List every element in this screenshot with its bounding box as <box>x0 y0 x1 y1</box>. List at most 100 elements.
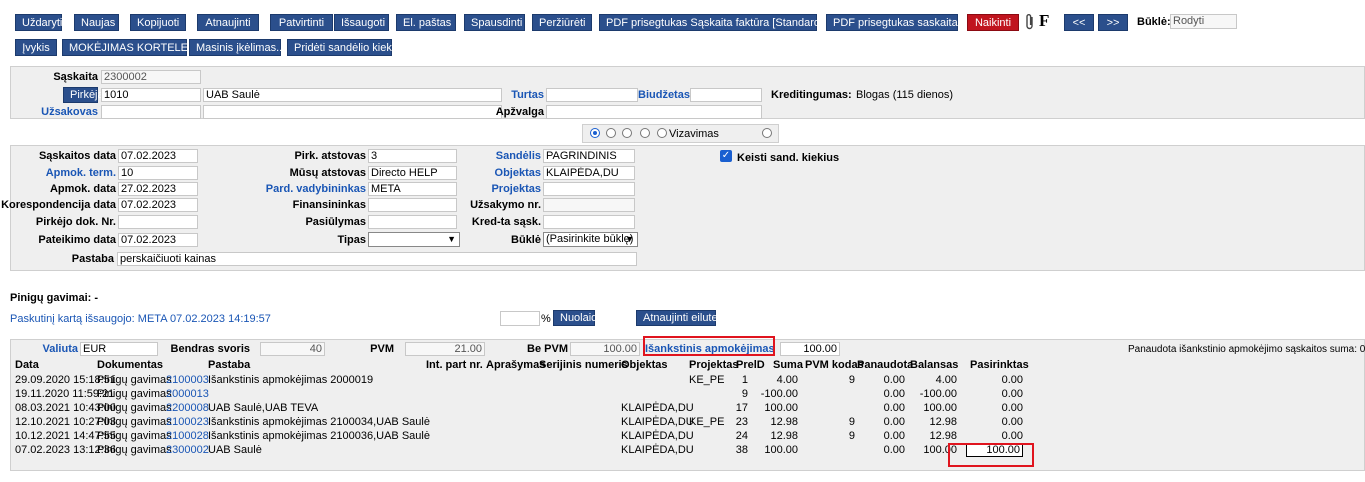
close-button[interactable]: Uždaryti <box>15 14 62 31</box>
sales-manager-link[interactable]: Pard. vadybininkas <box>250 183 366 195</box>
cell-doc-no[interactable]: 2100003 <box>166 374 209 386</box>
print-button[interactable]: Spausdinti <box>464 14 525 31</box>
payment-card-button[interactable]: MOKĖJIMAS KORTELE <box>62 39 188 56</box>
copy-button[interactable]: Kopijuoti <box>130 14 186 31</box>
cell-used: 0.00 <box>883 374 905 386</box>
add-stock-qty-button[interactable]: Pridėti sandėlio kiekį <box>287 39 394 56</box>
radio-option-1[interactable] <box>590 128 600 138</box>
selected-amount-input[interactable]: 0.00 <box>966 430 1023 442</box>
confirm-button[interactable]: Patvirtinti <box>270 14 333 31</box>
pdf-invoice-button[interactable]: PDF prisegtukas saskaita <box>826 14 958 31</box>
cell-note: UAB Saulė,UAB TEVA <box>208 402 319 414</box>
delivery-date-field[interactable]: 07.02.2023 <box>118 233 198 247</box>
delete-button[interactable]: Naikinti <box>967 14 1019 31</box>
budget-link[interactable]: Biudžetas <box>638 89 690 101</box>
email-button[interactable]: El. paštas <box>396 14 456 31</box>
selected-amount-input[interactable]: 0.00 <box>966 388 1023 400</box>
radio-option-5[interactable] <box>657 128 667 138</box>
state-label: Būklė <box>511 234 541 246</box>
project-link[interactable]: Projektas <box>480 183 541 195</box>
radio-option-6[interactable] <box>762 128 772 138</box>
cell-note: Išankstinis apmokėjimas 2000019 <box>208 374 374 386</box>
refresh-button[interactable]: Atnaujinti <box>197 14 259 31</box>
buyer-doc-field[interactable] <box>118 215 198 229</box>
orderer-code-field[interactable] <box>101 105 201 119</box>
buyer-rep-field[interactable]: 3 <box>368 149 457 163</box>
cell-sum: 4.00 <box>776 374 798 386</box>
chevron-down-icon: ▼ <box>625 234 634 244</box>
sales-manager-field[interactable]: META <box>368 182 457 196</box>
warehouse-field[interactable]: PAGRINDINIS <box>543 149 635 163</box>
property-field[interactable] <box>546 88 638 102</box>
col-project: Projektas <box>689 359 739 371</box>
credit-invoice-label: Kred-ta sąsk. <box>471 216 541 228</box>
col-int-part: Int. part nr. <box>426 359 483 371</box>
insurance-field[interactable] <box>546 105 762 119</box>
discount-input[interactable] <box>500 311 540 326</box>
net-label: Be PVM <box>527 343 568 355</box>
buyer-button[interactable]: Pirkėjas <box>63 87 109 103</box>
status-field[interactable]: Rodyti <box>1170 14 1237 29</box>
refresh-rows-button[interactable]: Atnaujinti eilutes <box>636 310 723 326</box>
selected-amount-input[interactable]: 0.00 <box>966 374 1023 386</box>
cell-doc-no[interactable]: 2200008 <box>166 402 209 414</box>
financier-field[interactable] <box>368 198 457 212</box>
corr-date-field[interactable]: 07.02.2023 <box>118 198 198 212</box>
pdf-invoice-standard-button[interactable]: PDF prisegtukas Sąskaita faktūra [Standa… <box>599 14 823 31</box>
save-button[interactable]: Išsaugoti <box>334 14 389 31</box>
object-link[interactable]: Objektas <box>480 167 541 179</box>
cell-used: 0.00 <box>883 402 905 414</box>
preview-button[interactable]: Peržiūrėti <box>532 14 592 31</box>
pay-term-field[interactable]: 10 <box>118 166 198 180</box>
selected-amount-input[interactable]: 0.00 <box>966 402 1023 414</box>
state-select[interactable]: (Pasirinkite būklę) ▼ <box>543 232 638 247</box>
cell-vat: 9 <box>848 416 855 428</box>
cell-date: 19.11.2020 11:59:21 <box>15 388 115 400</box>
orderer-name-field[interactable] <box>203 105 502 119</box>
buyer-code-field[interactable]: 1010 <box>101 88 201 102</box>
currency-field[interactable]: EUR <box>80 342 158 356</box>
pay-date-field[interactable]: 27.02.2023 <box>118 182 198 196</box>
paperclip-icon[interactable] <box>1024 13 1036 35</box>
discount-button[interactable]: Nuolaida <box>553 310 603 326</box>
object-field[interactable]: KLAIPĖDA,DU <box>543 166 635 180</box>
cell-doc-no[interactable]: 2100028 <box>166 430 209 442</box>
selected-amount-input[interactable]: 0.00 <box>966 416 1023 428</box>
col-description: Aprašymas <box>486 359 546 371</box>
next-button[interactable]: >> <box>1098 14 1128 31</box>
insurance-label: Apžvalga <box>495 106 544 118</box>
f-icon[interactable]: F <box>1039 11 1049 31</box>
warehouse-link[interactable]: Sandėlis <box>480 150 541 162</box>
radio-option-3[interactable] <box>622 128 632 138</box>
budget-field[interactable] <box>690 88 762 102</box>
property-link[interactable]: Turtas <box>506 89 544 101</box>
events-button[interactable]: Įvykis <box>15 39 57 56</box>
cell-doc-no[interactable]: 2000013 <box>166 388 209 400</box>
cell-date: 08.03.2021 10:43:00 <box>15 402 116 414</box>
offer-field[interactable] <box>368 215 457 229</box>
prepay-field[interactable]: 100.00 <box>780 342 840 356</box>
cell-preid: 1 <box>741 374 748 386</box>
cell-doc-no[interactable]: 2300002 <box>166 444 209 456</box>
radio-option-4[interactable] <box>640 128 650 138</box>
change-stock-checkbox[interactable]: ✓ <box>720 150 732 162</box>
project-field[interactable] <box>543 182 635 196</box>
cell-balance: 12.98 <box>929 416 957 428</box>
radio-option-2[interactable] <box>606 128 616 138</box>
pay-term-link[interactable]: Apmok. term. <box>12 167 116 179</box>
invoice-date-field[interactable]: 07.02.2023 <box>118 149 198 163</box>
mass-entry-button[interactable]: Masinis įkėlimas... <box>189 39 285 56</box>
our-rep-field[interactable]: Directo HELP <box>368 166 457 180</box>
cell-date: 07.02.2023 13:12:36 <box>15 444 116 456</box>
credit-invoice-field[interactable] <box>543 215 635 229</box>
buyer-name-field[interactable]: UAB Saulė <box>203 88 502 102</box>
new-button[interactable]: Naujas <box>74 14 119 31</box>
type-select[interactable]: ▼ <box>368 232 460 247</box>
currency-link[interactable]: Valiuta <box>20 343 78 355</box>
orderer-link[interactable]: Užsakovas <box>20 106 98 118</box>
col-note: Pastaba <box>208 359 251 371</box>
note-field[interactable]: perskaičiuoti kainas <box>117 252 637 266</box>
cell-doc-no[interactable]: 2100023 <box>166 416 209 428</box>
prev-button[interactable]: << <box>1064 14 1094 31</box>
invoice-number-field: 2300002 <box>101 70 201 84</box>
